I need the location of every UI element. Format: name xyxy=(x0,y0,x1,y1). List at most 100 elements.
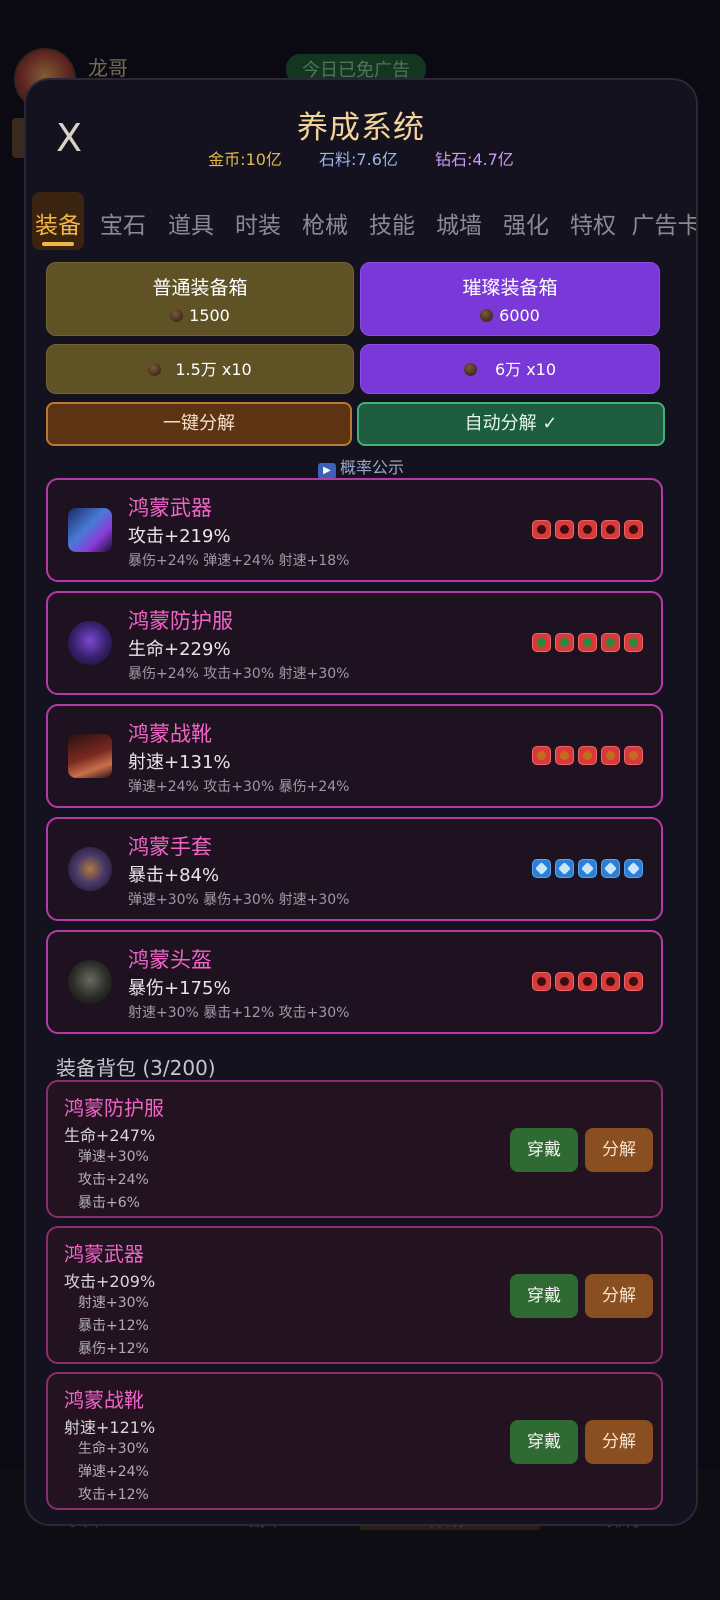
blue-gem-icon xyxy=(532,859,551,878)
blue-gem-icon xyxy=(601,859,620,878)
orange-gem-icon xyxy=(578,746,597,765)
equip-button[interactable]: 穿戴 xyxy=(510,1128,578,1172)
tab-enhance[interactable]: 强化 xyxy=(497,192,555,250)
item-sub-stats: 弹速+24% 攻击+30% 暴伤+24% xyxy=(128,779,350,795)
item-name: 鸿蒙战靴 xyxy=(64,1388,144,1412)
coin-icon xyxy=(148,363,162,376)
green-gem-icon xyxy=(624,633,643,652)
green-gem-icon xyxy=(532,633,551,652)
red-gem-icon xyxy=(555,972,574,991)
equipped-item[interactable]: 鸿蒙头盔 暴伤+175% 射速+30% 暴击+12% 攻击+30% xyxy=(46,930,663,1034)
equip-button[interactable]: 穿戴 xyxy=(510,1274,578,1318)
item-sub-stats: 暴伤+24% 弹速+24% 射速+18% xyxy=(128,553,350,569)
brilliant-box-name: 璀璨装备箱 xyxy=(462,277,558,299)
gem-slots xyxy=(528,633,643,653)
red-gem-icon xyxy=(624,972,643,991)
item-sub-stat: 弹速+30% xyxy=(78,1149,149,1165)
item-sub-stat: 暴击+6% xyxy=(78,1195,140,1211)
bag-title: 装备背包 (3/200) xyxy=(56,1056,216,1080)
red-gem-icon xyxy=(624,520,643,539)
brilliant-box-button[interactable]: 璀璨装备箱 6000 xyxy=(360,262,660,336)
play-icon: ▶ xyxy=(317,463,336,479)
decompose-button[interactable]: 分解 xyxy=(585,1420,653,1464)
decompose-all-button[interactable]: 一键分解 xyxy=(46,402,352,446)
normal-box-button[interactable]: 普通装备箱 1500 xyxy=(46,262,354,336)
item-main-stat: 射速+131% xyxy=(128,752,231,773)
red-gem-icon xyxy=(532,972,551,991)
item-main-stat: 攻击+219% xyxy=(128,526,231,547)
coin-icon xyxy=(480,309,494,322)
orange-gem-icon xyxy=(601,746,620,765)
currency-bar: 金币:10亿 石料:7.6亿 钻石:4.7亿 xyxy=(26,146,696,170)
bag-item: 鸿蒙武器 攻击+209% 射速+30% 暴击+12% 暴伤+12% 穿戴 分解 xyxy=(46,1226,663,1364)
brilliant-box-x10-price: 6万 x10 xyxy=(494,360,557,379)
item-sub-stat: 射速+30% xyxy=(78,1295,149,1311)
cultivation-panel: X 养成系统 金币:10亿 石料:7.6亿 钻石:4.7亿 装备 宝石 道具 时… xyxy=(24,78,698,1526)
equipped-item[interactable]: 鸿蒙武器 攻击+219% 暴伤+24% 弹速+24% 射速+18% xyxy=(46,478,663,582)
red-gem-icon xyxy=(555,520,574,539)
gem-slots xyxy=(528,972,643,992)
item-main-stat: 生命+247% xyxy=(64,1126,156,1145)
player-name: 龙哥 xyxy=(88,56,128,80)
equipped-item[interactable]: 鸿蒙战靴 射速+131% 弹速+24% 攻击+30% 暴伤+24% xyxy=(46,704,663,808)
decompose-button[interactable]: 分解 xyxy=(585,1128,653,1172)
item-sub-stats: 弹速+30% 暴伤+30% 射速+30% xyxy=(128,892,350,908)
tab-fashion[interactable]: 时装 xyxy=(229,192,287,250)
normal-box-x10-button[interactable]: 1.5万 x10 xyxy=(46,344,354,394)
tab-equipment[interactable]: 装备 xyxy=(32,192,84,250)
item-main-stat: 暴击+84% xyxy=(128,865,220,886)
item-name: 鸿蒙头盔 xyxy=(128,948,212,972)
green-gem-icon xyxy=(601,633,620,652)
item-name: 鸿蒙防护服 xyxy=(128,609,233,633)
normal-box-price: 1500 xyxy=(47,306,353,325)
item-sub-stats: 射速+30% 暴击+12% 攻击+30% xyxy=(128,1005,350,1021)
red-gem-icon xyxy=(601,972,620,991)
normal-box-x10-price: 1.5万 x10 xyxy=(175,360,252,379)
item-sub-stats: 暴伤+24% 攻击+30% 射速+30% xyxy=(128,666,350,682)
brilliant-box-price: 6000 xyxy=(361,306,659,325)
gem-slots xyxy=(528,520,643,540)
tab-ad-cards[interactable]: 广告卡 xyxy=(626,192,697,250)
item-main-stat: 射速+121% xyxy=(64,1418,156,1437)
equip-button[interactable]: 穿戴 xyxy=(510,1420,578,1464)
item-name: 鸿蒙武器 xyxy=(64,1242,144,1266)
gloves-icon xyxy=(68,847,112,891)
auto-decompose-toggle[interactable]: 自动分解 ✓ xyxy=(357,402,665,446)
tab-firearms[interactable]: 枪械 xyxy=(296,192,354,250)
tab-walls[interactable]: 城墙 xyxy=(430,192,488,250)
gold-amount: 金币:10亿 xyxy=(208,150,282,169)
item-main-stat: 生命+229% xyxy=(128,639,231,660)
item-name: 鸿蒙武器 xyxy=(128,496,212,520)
item-main-stat: 暴伤+175% xyxy=(128,978,231,999)
tab-privileges[interactable]: 特权 xyxy=(564,192,622,250)
item-sub-stat: 暴伤+12% xyxy=(78,1341,149,1357)
tab-gems[interactable]: 宝石 xyxy=(94,192,152,250)
green-gem-icon xyxy=(578,633,597,652)
item-name: 鸿蒙手套 xyxy=(128,835,212,859)
boots-icon xyxy=(68,734,112,778)
item-sub-stat: 攻击+12% xyxy=(78,1487,149,1503)
orange-gem-icon xyxy=(555,746,574,765)
armor-icon xyxy=(68,621,112,665)
item-main-stat: 攻击+209% xyxy=(64,1272,156,1291)
brilliant-box-x10-button[interactable]: 6万 x10 xyxy=(360,344,660,394)
decompose-button[interactable]: 分解 xyxy=(585,1274,653,1318)
gem-slots xyxy=(528,746,643,766)
tab-items[interactable]: 道具 xyxy=(162,192,220,250)
bag-item: 鸿蒙战靴 射速+121% 生命+30% 弹速+24% 攻击+12% 穿戴 分解 xyxy=(46,1372,663,1510)
red-gem-icon xyxy=(601,520,620,539)
panel-title: 养成系统 xyxy=(297,110,425,146)
normal-box-name: 普通装备箱 xyxy=(152,277,248,299)
item-sub-stat: 暴击+12% xyxy=(78,1318,149,1334)
blue-gem-icon xyxy=(555,859,574,878)
tab-skills[interactable]: 技能 xyxy=(363,192,421,250)
equipped-item[interactable]: 鸿蒙防护服 生命+229% 暴伤+24% 攻击+30% 射速+30% xyxy=(46,591,663,695)
equipped-item[interactable]: 鸿蒙手套 暴击+84% 弹速+30% 暴伤+30% 射速+30% xyxy=(46,817,663,921)
category-tabs: 装备 宝石 道具 时装 枪械 技能 城墙 强化 特权 广告卡 xyxy=(32,186,697,252)
probability-link[interactable]: ▶ 概率公示 xyxy=(26,454,696,479)
helmet-icon xyxy=(68,960,112,1004)
gem-slots xyxy=(528,859,643,879)
stone-amount: 石料:7.6亿 xyxy=(319,150,398,169)
item-name: 鸿蒙防护服 xyxy=(64,1096,164,1120)
item-name: 鸿蒙战靴 xyxy=(128,722,212,746)
